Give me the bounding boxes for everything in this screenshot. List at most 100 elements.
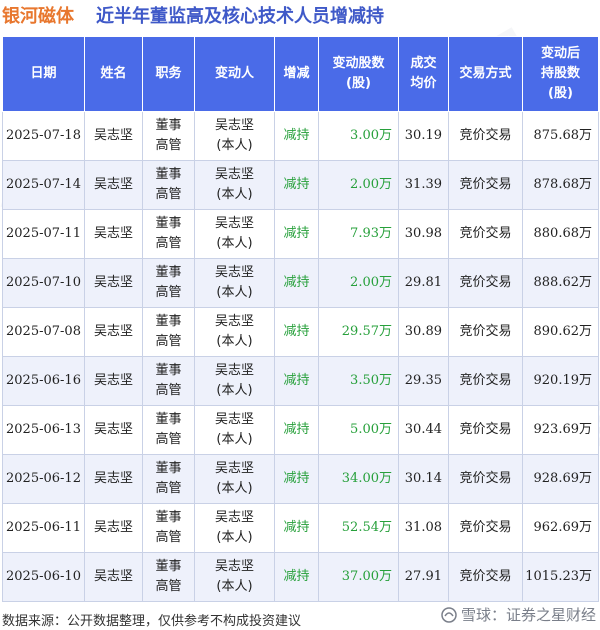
role-cell: 董事 高管	[142, 405, 195, 455]
person-cell-line: (本人)	[216, 236, 253, 251]
trade-method-cell: 竞价交易	[448, 307, 523, 357]
avg-price-cell: 30.44	[398, 405, 449, 455]
name-cell: 吴志坚	[84, 160, 143, 210]
shares-after-cell: 890.62万	[522, 307, 599, 357]
date-cell: 2025-06-13	[2, 405, 85, 455]
table-header-row: 日期 姓名 职务 变动人 增减 变动股数 (股) 成交 均价 交易方式 变动后 持股数 (股)	[2, 36, 599, 112]
person-cell-line: 吴志坚	[214, 167, 254, 182]
table-row: 2025-06-13 吴志坚 董事 高管 吴志坚 (本人) 减持 5.00万 30.44 竞价交易…	[2, 405, 599, 455]
change-type-cell: 减持	[274, 552, 319, 602]
shares-after-cell: 880.68万	[522, 209, 599, 259]
person-cell-line: (本人)	[216, 187, 253, 202]
role-cell: 董事 高管	[142, 454, 195, 504]
data-source-note: 数据来源：公开数据整理，仅供参考不构成投资建议	[2, 614, 302, 629]
trade-method-cell: 竞价交易	[448, 552, 523, 602]
avg-price-cell: 29.81	[398, 258, 449, 308]
trade-method-cell: 竞价交易	[448, 454, 523, 504]
shares-after-cell: 923.69万	[522, 405, 599, 455]
date-cell: 2025-06-16	[2, 356, 85, 406]
column-header-label: (股)	[548, 86, 573, 101]
table-row: 2025-07-11 吴志坚 董事 高管 吴志坚 (本人) 减持 7.93万 30.98 竞价交易…	[2, 209, 599, 259]
person-cell-line: 吴志坚	[214, 559, 254, 574]
person-cell-line: (本人)	[216, 530, 253, 545]
role-cell-line: 高管	[155, 432, 182, 447]
person-cell-line: (本人)	[216, 334, 253, 349]
role-cell-line: 董事	[155, 510, 182, 525]
shares-changed-cell: 5.00万	[318, 405, 399, 455]
shares-after-cell: 878.68万	[522, 160, 599, 210]
avg-price-cell: 27.91	[398, 552, 449, 602]
column-header-label: 持股数	[540, 66, 580, 81]
person-cell-line: 吴志坚	[214, 118, 254, 133]
role-cell-line: 董事	[155, 216, 182, 231]
page-title: 近半年董监高及核心技术人员增减持	[96, 6, 384, 27]
change-type-cell: 减持	[274, 307, 319, 357]
column-header: 姓名	[84, 36, 143, 112]
role-cell-line: 董事	[155, 461, 182, 476]
trade-method-cell: 竞价交易	[448, 111, 523, 161]
shares-after-cell: 920.19万	[522, 356, 599, 406]
snowball-logo-icon	[441, 606, 457, 623]
shares-changed-cell: 2.00万	[318, 160, 399, 210]
person-cell: 吴志坚 (本人)	[194, 209, 275, 259]
trade-table-container: 日期 姓名 职务 变动人 增减 变动股数 (股) 成交 均价 交易方式 变动后 持股数 (股) 2025…	[2, 36, 599, 602]
role-cell: 董事 高管	[142, 209, 195, 259]
role-cell-line: 董事	[155, 559, 182, 574]
person-cell: 吴志坚 (本人)	[194, 258, 275, 308]
date-cell: 2025-06-12	[2, 454, 85, 504]
column-header-label: 职务	[155, 66, 182, 81]
role-cell-line: 高管	[155, 530, 182, 545]
table-body: 2025-07-18 吴志坚 董事 高管 吴志坚 (本人) 减持 3.00万 30.19 竞价交易…	[2, 111, 599, 602]
role-cell-line: 高管	[155, 138, 182, 153]
title-bar: 银河磁体 近半年董监高及核心技术人员增减持	[0, 0, 600, 30]
column-header-label: 均价	[410, 76, 437, 91]
date-cell: 2025-06-11	[2, 503, 85, 553]
role-cell: 董事 高管	[142, 503, 195, 553]
role-cell-line: 高管	[155, 383, 182, 398]
column-header: 日期	[2, 36, 85, 112]
column-header: 变动人	[194, 36, 275, 112]
column-header-label: (股)	[346, 76, 371, 91]
avg-price-cell: 30.14	[398, 454, 449, 504]
column-header-label: 成交	[410, 56, 437, 71]
change-type-cell: 减持	[274, 454, 319, 504]
table-row: 2025-07-10 吴志坚 董事 高管 吴志坚 (本人) 减持 2.00万 29.81 竞价交易…	[2, 258, 599, 308]
person-cell: 吴志坚 (本人)	[194, 552, 275, 602]
role-cell-line: 董事	[155, 167, 182, 182]
person-cell: 吴志坚 (本人)	[194, 503, 275, 553]
avg-price-cell: 31.08	[398, 503, 449, 553]
date-cell: 2025-07-10	[2, 258, 85, 308]
person-cell-line: 吴志坚	[214, 461, 254, 476]
shares-after-cell: 928.69万	[522, 454, 599, 504]
shares-changed-cell: 2.00万	[318, 258, 399, 308]
person-cell-line: (本人)	[216, 138, 253, 153]
shares-changed-cell: 3.00万	[318, 111, 399, 161]
role-cell-line: 董事	[155, 265, 182, 280]
person-cell-line: 吴志坚	[214, 314, 254, 329]
date-cell: 2025-06-10	[2, 552, 85, 602]
column-header-label: 日期	[30, 66, 57, 81]
name-cell: 吴志坚	[84, 405, 143, 455]
date-cell: 2025-07-18	[2, 111, 85, 161]
role-cell-line: 高管	[155, 236, 182, 251]
table-row: 2025-07-14 吴志坚 董事 高管 吴志坚 (本人) 减持 2.00万 31.39 竞价交易…	[2, 160, 599, 210]
role-cell-line: 高管	[155, 187, 182, 202]
trade-method-cell: 竞价交易	[448, 258, 523, 308]
column-header: 变动后 持股数 (股)	[522, 36, 599, 112]
name-cell: 吴志坚	[84, 307, 143, 357]
change-type-cell: 减持	[274, 111, 319, 161]
shares-after-cell: 1015.23万	[522, 552, 599, 602]
name-cell: 吴志坚	[84, 503, 143, 553]
person-cell-line: (本人)	[216, 579, 253, 594]
person-cell-line: 吴志坚	[214, 216, 254, 231]
column-header-label: 变动人	[214, 66, 254, 81]
shares-changed-cell: 3.50万	[318, 356, 399, 406]
shares-after-cell: 875.68万	[522, 111, 599, 161]
name-cell: 吴志坚	[84, 258, 143, 308]
name-cell: 吴志坚	[84, 111, 143, 161]
name-cell: 吴志坚	[84, 209, 143, 259]
role-cell-line: 高管	[155, 285, 182, 300]
role-cell-line: 高管	[155, 481, 182, 496]
shares-changed-cell: 7.93万	[318, 209, 399, 259]
avg-price-cell: 30.98	[398, 209, 449, 259]
